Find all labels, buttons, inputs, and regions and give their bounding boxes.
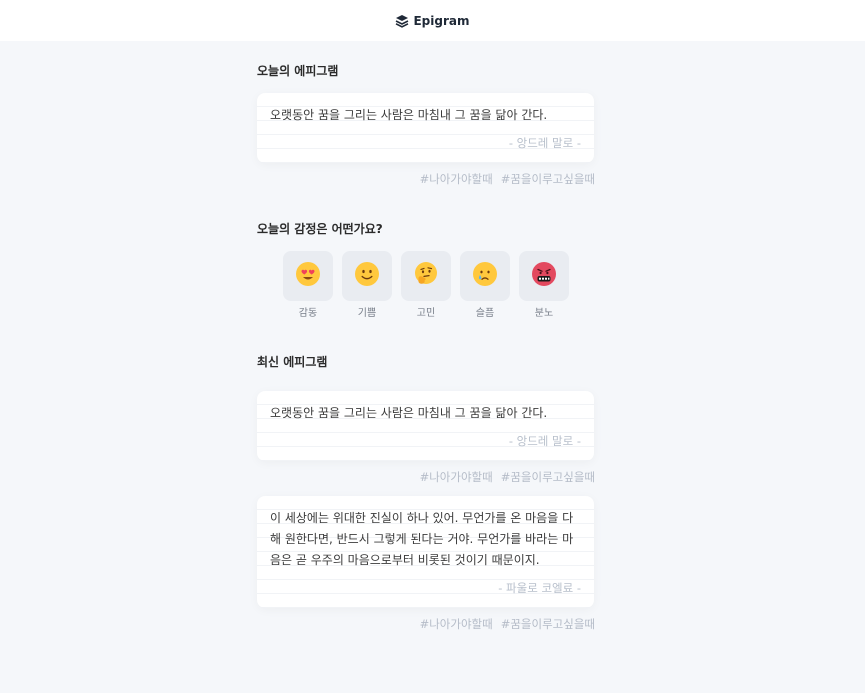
logo-text: Epigram — [413, 13, 470, 28]
today-epigram-card[interactable]: 오랫동안 꿈을 그리는 사람은 마침내 그 꿈을 닮아 간다. - 앙드레 말로… — [257, 93, 594, 163]
logo[interactable]: Epigram — [395, 13, 470, 28]
epigram-quote: 오랫동안 꿈을 그리는 사람은 마침내 그 꿈을 닮아 간다. — [270, 108, 548, 122]
today-epigram-title: 오늘의 에피그램 — [257, 64, 339, 78]
tag[interactable]: #나아가야할때 — [420, 616, 493, 632]
angry-face-icon — [531, 261, 557, 291]
emotion-section-title: 오늘의 감정은 어떤가요? — [257, 222, 383, 236]
epigram-tags: #나아가야할때 #꿈을이루고싶을때 — [257, 616, 595, 632]
today-epigram-section: 오늘의 에피그램 오랫동안 꿈을 그리는 사람은 마침내 그 꿈을 닮아 간다.… — [257, 63, 595, 187]
epigram-tags: #나아가야할때 #꿈을이루고싶을때 — [257, 469, 595, 485]
thinking-face-icon — [413, 261, 439, 291]
epigram-quote: 오랫동안 꿈을 그리는 사람은 마침내 그 꿈을 닮아 간다. — [270, 406, 548, 420]
epigram-author: - 파울로 코엘료 - — [498, 581, 581, 595]
recent-epigram-section: 최신 에피그램 오랫동안 꿈을 그리는 사람은 마침내 그 꿈을 닮아 간다. … — [257, 354, 595, 632]
epigram-author: - 앙드레 말로 - — [508, 434, 581, 448]
tag[interactable]: #나아가야할때 — [420, 171, 493, 187]
emotion-anger[interactable]: 분노 — [519, 251, 569, 320]
emotion-button[interactable] — [342, 251, 392, 301]
emotion-joy[interactable]: 기쁨 — [342, 251, 392, 320]
recent-epigram-card[interactable]: 이 세상에는 위대한 진실이 하나 있어. 무언가를 온 마음을 다해 원한다면… — [257, 496, 594, 608]
emotion-worry[interactable]: 고민 — [401, 251, 451, 320]
emotion-touched[interactable]: 감동 — [283, 251, 333, 320]
emotion-button[interactable] — [401, 251, 451, 301]
heart-eyes-face-icon — [295, 261, 321, 291]
emotion-sad[interactable]: 슬픔 — [460, 251, 510, 320]
sad-tear-face-icon — [472, 261, 498, 291]
tag[interactable]: #나아가야할때 — [420, 469, 493, 485]
recent-epigram-title: 최신 에피그램 — [257, 355, 328, 369]
emotion-label: 고민 — [416, 308, 436, 319]
emotion-label: 기쁨 — [357, 308, 377, 319]
smiling-face-icon — [354, 261, 380, 291]
emotion-label: 감동 — [298, 308, 318, 319]
recent-epigram-card[interactable]: 오랫동안 꿈을 그리는 사람은 마침내 그 꿈을 닮아 간다. - 앙드레 말로… — [257, 391, 594, 461]
layers-logo-icon — [395, 14, 409, 28]
tag[interactable]: #꿈을이루고싶을때 — [501, 469, 595, 485]
top-header: Epigram — [0, 0, 865, 41]
emotion-button[interactable] — [283, 251, 333, 301]
emotion-label: 분노 — [534, 308, 554, 319]
epigram-tags: #나아가야할때 #꿈을이루고싶을때 — [257, 171, 595, 187]
emotion-button[interactable] — [519, 251, 569, 301]
main-content: 오늘의 에피그램 오랫동안 꿈을 그리는 사람은 마침내 그 꿈을 닮아 간다.… — [257, 41, 595, 632]
tag[interactable]: #꿈을이루고싶을때 — [501, 616, 595, 632]
epigram-quote: 이 세상에는 위대한 진실이 하나 있어. 무언가를 온 마음을 다해 원한다면… — [270, 511, 574, 567]
tag[interactable]: #꿈을이루고싶을때 — [501, 171, 595, 187]
emotion-label: 슬픔 — [475, 308, 495, 319]
emotion-button[interactable] — [460, 251, 510, 301]
epigram-author: - 앙드레 말로 - — [508, 136, 581, 150]
emotion-section: 오늘의 감정은 어떤가요? 감동 기쁨 고민 슬픔 분노 — [257, 221, 595, 320]
emotion-list: 감동 기쁨 고민 슬픔 분노 — [257, 251, 595, 320]
